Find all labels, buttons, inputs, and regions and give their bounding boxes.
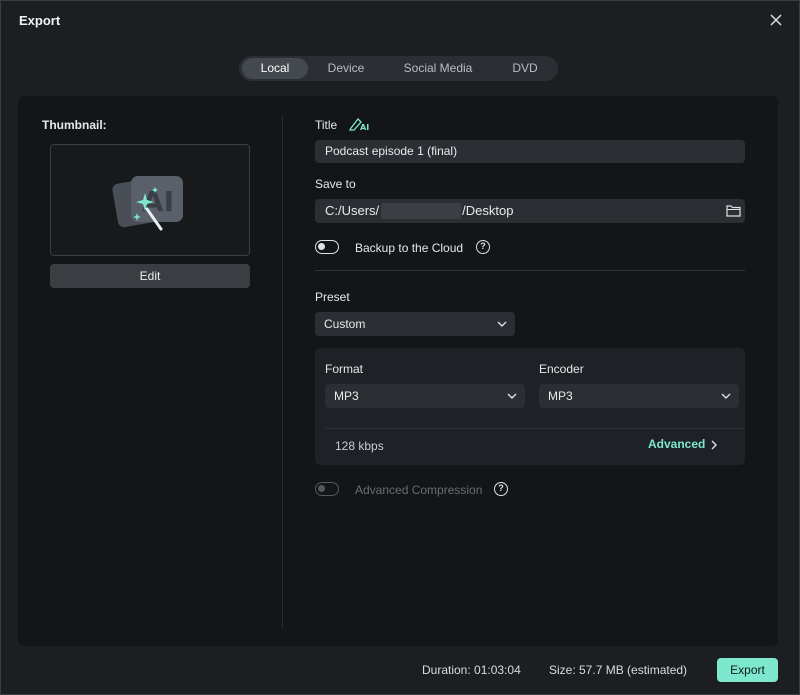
preset-dropdown[interactable]: Custom — [315, 312, 515, 336]
backup-help-icon[interactable]: ? — [476, 240, 490, 254]
thumbnail-label: Thumbnail: — [42, 118, 107, 132]
column-divider — [282, 116, 283, 628]
encoder-dropdown[interactable]: MP3 — [539, 384, 739, 408]
format-divider — [325, 428, 745, 429]
format-value: MP3 — [334, 389, 359, 403]
tab-device[interactable]: Device — [313, 58, 379, 79]
ai-title-button[interactable]: AI — [348, 116, 370, 135]
encoder-value: MP3 — [548, 389, 573, 403]
edit-thumbnail-button[interactable]: Edit — [50, 264, 250, 288]
format-dropdown[interactable]: MP3 — [325, 384, 525, 408]
preset-label: Preset — [315, 290, 350, 304]
preset-value: Custom — [324, 317, 366, 331]
backup-toggle[interactable] — [315, 240, 339, 254]
export-dialog: Export Local Device Social Media DVD Thu… — [0, 0, 800, 695]
compression-help-icon[interactable]: ? — [494, 482, 508, 496]
save-to-label: Save to — [315, 177, 356, 191]
window-title: Export — [19, 13, 61, 28]
ai-magic-wand-icon: AI — [112, 176, 183, 231]
close-icon[interactable] — [767, 11, 785, 29]
save-to-input[interactable]: C:/Users/ /Desktop — [315, 199, 745, 223]
redacted-username — [381, 203, 461, 219]
encoder-label: Encoder — [539, 362, 584, 376]
backup-label: Backup to the Cloud — [355, 241, 464, 255]
format-label: Format — [325, 362, 364, 376]
advanced-label: Advanced — [648, 437, 706, 451]
tab-dvd[interactable]: DVD — [497, 58, 553, 79]
title-label: Title — [315, 118, 338, 132]
advanced-compression-label: Advanced Compression — [355, 483, 483, 497]
chevron-down-icon — [721, 393, 731, 399]
format-settings-box: Format MP3 Encoder MP3 128 kbps Advanced — [315, 348, 745, 465]
chevron-down-icon — [507, 393, 517, 399]
advanced-link[interactable]: Advanced — [648, 437, 717, 455]
folder-icon[interactable] — [726, 204, 741, 217]
duration-text: Duration: 01:03:04 — [422, 663, 521, 677]
chevron-right-icon — [711, 440, 717, 450]
export-target-tabs: Local Device Social Media DVD — [239, 56, 558, 81]
export-settings-panel: Thumbnail: AI Edit Title AI Podcast epis… — [18, 96, 778, 646]
title-input[interactable]: Podcast episode 1 (final) — [315, 140, 745, 163]
bitrate-value: 128 kbps — [335, 439, 384, 453]
tab-social-media[interactable]: Social Media — [389, 58, 487, 79]
thumbnail-preview: AI — [50, 144, 250, 256]
size-text: Size: 57.7 MB (estimated) — [549, 663, 688, 677]
chevron-down-icon — [497, 321, 507, 327]
section-divider — [315, 270, 745, 271]
save-to-path-prefix: C:/Users/ — [325, 203, 380, 218]
save-to-path-suffix: /Desktop — [462, 203, 514, 218]
title-bar: Export — [1, 1, 799, 41]
svg-text:AI: AI — [360, 123, 369, 132]
tab-local[interactable]: Local — [242, 58, 308, 79]
export-button[interactable]: Export — [717, 658, 778, 682]
ai-pen-icon: AI — [348, 118, 369, 132]
advanced-compression-toggle[interactable] — [315, 482, 339, 496]
